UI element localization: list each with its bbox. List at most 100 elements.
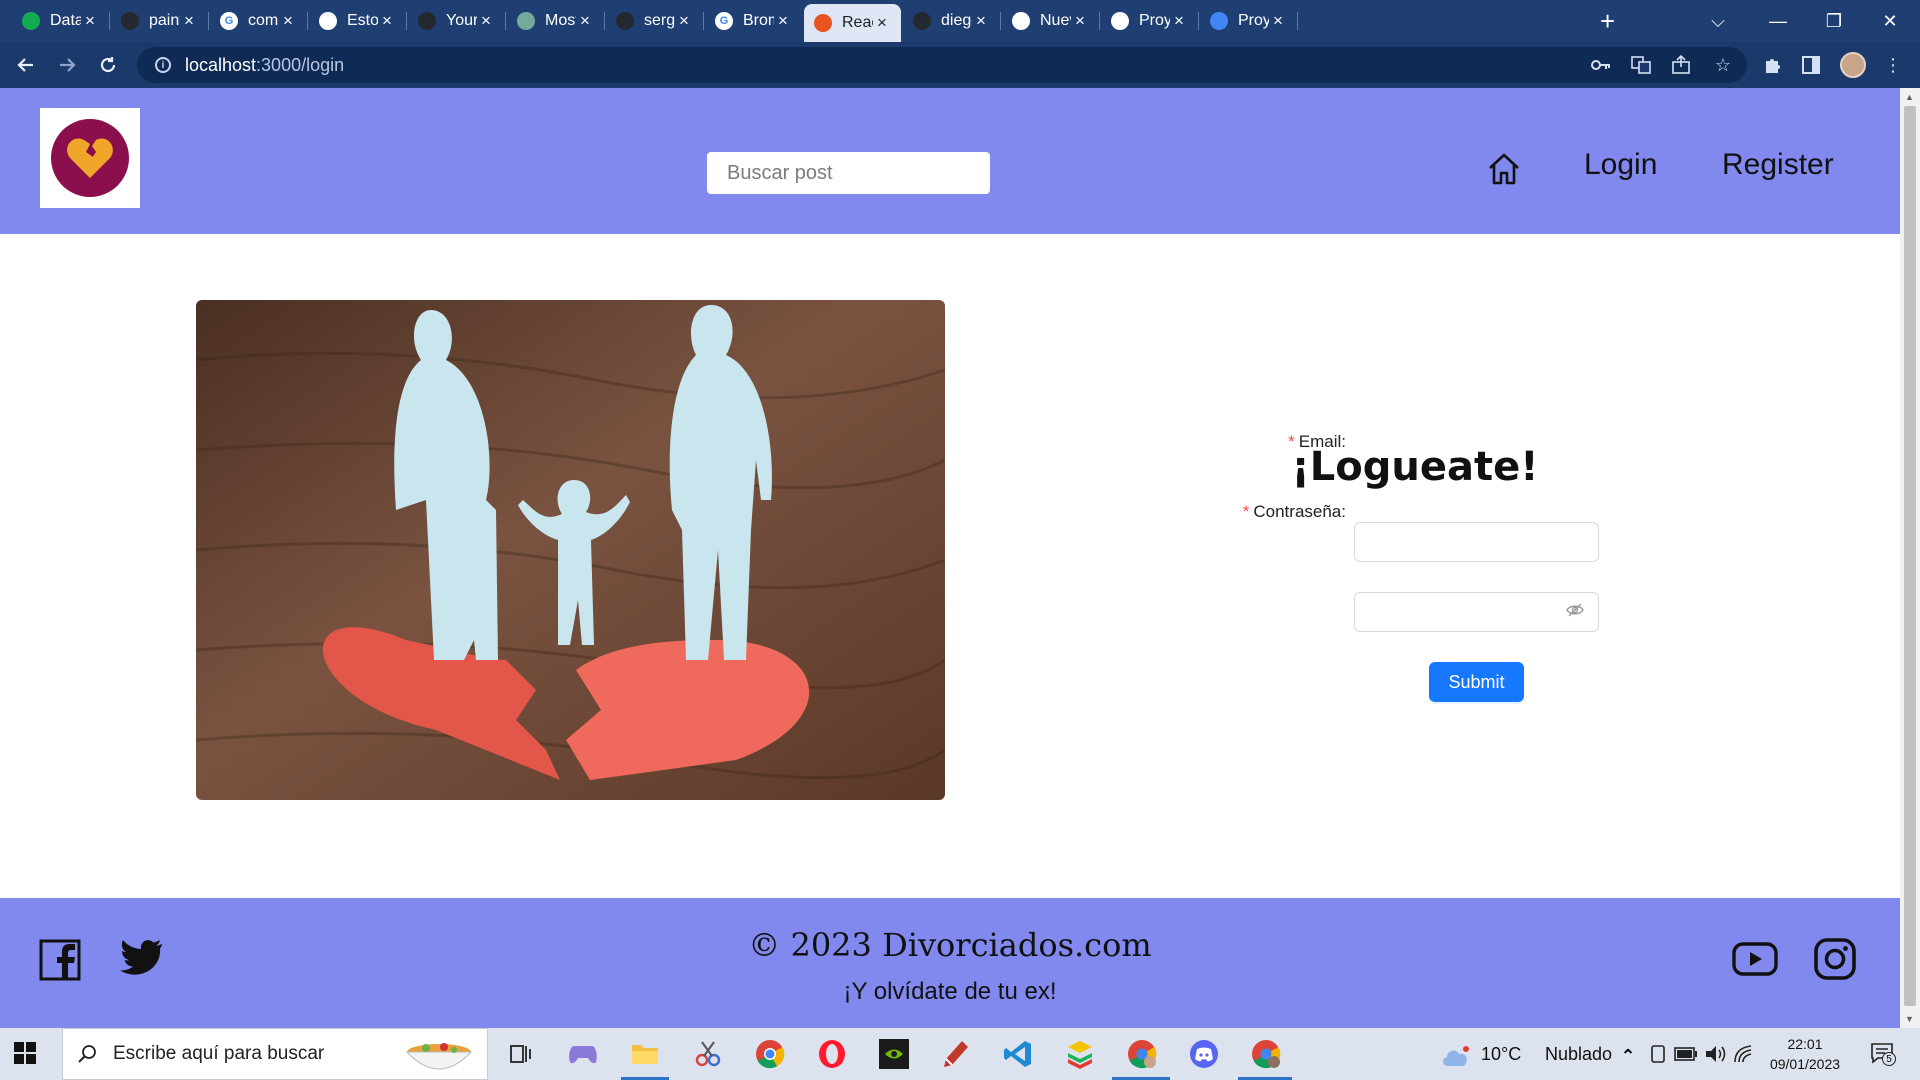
browser-tab[interactable]: Data |× xyxy=(12,6,110,36)
browser-tab-title: Proyec xyxy=(1238,12,1269,29)
browser-toolbar: i localhost:3000/login ☆ ⋮ xyxy=(0,42,1920,88)
browser-tab[interactable]: Nueva× xyxy=(1002,6,1100,36)
discord-icon[interactable] xyxy=(1188,1038,1220,1070)
skull-icon xyxy=(319,12,337,30)
required-mark: * xyxy=(1242,502,1250,521)
browser-tab[interactable]: Proyec× xyxy=(1101,6,1199,36)
close-tab-icon[interactable]: × xyxy=(1269,11,1287,31)
address-bar[interactable]: i localhost:3000/login xyxy=(137,47,1747,83)
opera-icon[interactable] xyxy=(816,1038,848,1070)
close-tab-icon[interactable]: × xyxy=(378,11,396,31)
browser-tab[interactable]: Mostr× xyxy=(507,6,605,36)
browser-tab[interactable]: paintin× xyxy=(111,6,209,36)
task-view-icon[interactable] xyxy=(505,1038,537,1070)
file-explorer-icon[interactable] xyxy=(629,1038,661,1070)
react-icon xyxy=(814,14,832,32)
chrome-second-profile-icon[interactable] xyxy=(1250,1038,1282,1070)
close-tab-icon[interactable]: × xyxy=(279,11,297,31)
submit-button[interactable]: Submit xyxy=(1429,662,1524,702)
eye-invisible-icon[interactable] xyxy=(1566,601,1584,619)
browser-tab-title: comen xyxy=(248,12,279,29)
chrome-icon[interactable] xyxy=(754,1038,786,1070)
browser-tab-title: React xyxy=(842,14,873,31)
browser-tab[interactable]: Gcomen× xyxy=(210,6,308,36)
tab-separator xyxy=(1198,12,1199,30)
reload-icon[interactable] xyxy=(94,51,122,79)
back-icon[interactable] xyxy=(12,51,40,79)
browser-tab[interactable]: sergio× xyxy=(606,6,704,36)
browser-tab[interactable]: Proyec× xyxy=(1200,6,1298,36)
browser-tab[interactable]: React× xyxy=(804,4,901,42)
close-tab-icon[interactable]: × xyxy=(180,11,198,31)
required-mark: * xyxy=(1288,432,1295,451)
site-info-icon[interactable]: i xyxy=(155,57,171,73)
page-viewport: Login Register xyxy=(0,88,1900,1028)
youtube-icon[interactable] xyxy=(1732,938,1778,984)
browser-tab[interactable]: Your R× xyxy=(408,6,506,36)
scroll-down-arrow[interactable]: ▼ xyxy=(1905,1014,1914,1024)
github-icon xyxy=(121,12,139,30)
home-icon[interactable] xyxy=(1486,151,1522,187)
bluestacks-icon[interactable] xyxy=(1064,1038,1096,1070)
scroll-up-arrow[interactable]: ▲ xyxy=(1905,92,1914,102)
email-field[interactable] xyxy=(1354,522,1599,562)
tab-search-icon[interactable]: ⌵ xyxy=(1690,0,1746,42)
vscode-icon[interactable] xyxy=(1002,1038,1034,1070)
forward-icon[interactable] xyxy=(53,51,81,79)
pen-app-icon[interactable] xyxy=(940,1038,972,1070)
profile-avatar[interactable] xyxy=(1840,52,1866,78)
nav-register-link[interactable]: Register xyxy=(1722,148,1834,182)
instagram-icon[interactable] xyxy=(1814,938,1860,984)
more-menu-icon[interactable]: ⋮ xyxy=(1882,54,1904,76)
browser-tab-title: diegoj xyxy=(941,12,972,29)
extensions-puzzle-icon[interactable] xyxy=(1762,54,1784,76)
close-tab-icon[interactable]: × xyxy=(477,11,495,31)
translate-icon[interactable] xyxy=(1630,54,1652,76)
close-tab-icon[interactable]: × xyxy=(576,11,594,31)
taskbar-clock[interactable]: 22:01 09/01/2023 xyxy=(1750,1034,1860,1074)
chatgpt-icon xyxy=(517,12,535,30)
game-controller-icon[interactable] xyxy=(567,1038,599,1070)
share-icon[interactable] xyxy=(1670,54,1692,76)
search-post-input[interactable] xyxy=(707,152,990,194)
bookmark-star-icon[interactable]: ☆ xyxy=(1712,54,1734,76)
tray-chevron-up-icon[interactable]: ⌃ xyxy=(1612,1040,1644,1072)
close-tab-icon[interactable]: × xyxy=(774,11,792,31)
close-tab-icon[interactable]: × xyxy=(972,11,990,31)
weather-temperature: 10°C xyxy=(1481,1044,1522,1064)
close-tab-icon[interactable]: × xyxy=(1071,11,1089,31)
browser-tab[interactable]: G Broma× xyxy=(705,6,802,36)
key-icon[interactable] xyxy=(1590,54,1612,76)
snipping-tool-icon[interactable] xyxy=(692,1038,724,1070)
browser-tab[interactable]: Estos× xyxy=(309,6,407,36)
nvidia-icon[interactable] xyxy=(878,1038,910,1070)
close-window-button[interactable]: ✕ xyxy=(1862,0,1918,42)
google-icon: G xyxy=(220,12,238,30)
restore-button[interactable]: ❐ xyxy=(1806,0,1862,42)
chrome-profile-icon[interactable] xyxy=(1126,1038,1158,1070)
windows-start-icon[interactable] xyxy=(14,1042,36,1064)
site-logo[interactable] xyxy=(40,108,140,208)
browser-tab-title: sergio xyxy=(644,12,675,29)
page-scrollbar[interactable]: ▲ ▼ xyxy=(1900,88,1920,1028)
nav-login-link[interactable]: Login xyxy=(1584,148,1657,182)
tab-separator xyxy=(406,12,407,30)
password-field[interactable] xyxy=(1354,592,1599,632)
notification-center-icon[interactable]: 5 xyxy=(1870,1042,1896,1066)
scrollbar-thumb[interactable] xyxy=(1904,106,1916,1006)
close-tab-icon[interactable]: × xyxy=(1170,11,1188,31)
side-panel-icon[interactable] xyxy=(1800,54,1822,76)
close-tab-icon[interactable]: × xyxy=(873,13,891,33)
windows-taskbar: Escribe aquí para buscar 10°C Nublado ⌃ … xyxy=(0,1028,1920,1080)
browser-tab[interactable]: diegoj× xyxy=(903,6,1001,36)
minimize-button[interactable]: — xyxy=(1750,0,1806,42)
footer-copyright: © 2023 Divorciados.com xyxy=(748,926,1152,964)
logo-badge xyxy=(51,119,129,197)
close-tab-icon[interactable]: × xyxy=(675,11,693,31)
contact-icon xyxy=(1111,12,1129,30)
weather-cloud-icon[interactable] xyxy=(1440,1040,1472,1072)
google-icon: G xyxy=(715,12,733,30)
close-tab-icon[interactable]: × xyxy=(81,11,99,31)
battery-icon[interactable] xyxy=(1670,1038,1702,1070)
new-tab-button[interactable]: + xyxy=(1600,6,1615,36)
